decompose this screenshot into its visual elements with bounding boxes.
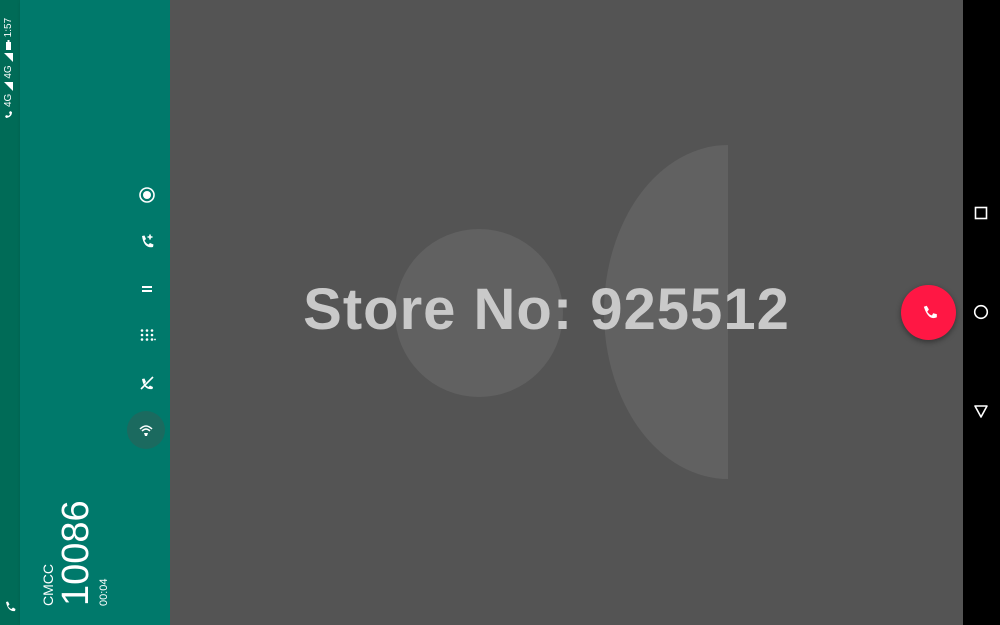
network-label-2: 4G — [3, 65, 14, 79]
network-label-1: 4G — [3, 93, 14, 107]
signal-icon — [4, 53, 13, 63]
phone-icon — [6, 601, 16, 612]
add-call-icon — [142, 234, 154, 248]
mute-icon — [140, 376, 154, 390]
navigation-bar — [963, 0, 1000, 625]
call-info: CMCC 10086 00:04 — [40, 500, 112, 606]
speaker-button[interactable] — [127, 411, 165, 449]
battery-icon — [6, 40, 11, 51]
hold-icon — [142, 286, 152, 292]
call-number: 10086 — [55, 500, 97, 606]
watermark-text: Store No: 925512 — [303, 277, 790, 342]
end-call-icon — [923, 305, 937, 318]
record-button[interactable] — [137, 185, 157, 205]
dialpad-button[interactable] — [137, 326, 157, 346]
status-bar: 4G 4G 1:57 — [0, 0, 20, 625]
call-duration: 00:04 — [98, 578, 110, 606]
status-bar-content: 4G 4G 1:57 — [3, 18, 14, 120]
add-call-button[interactable] — [137, 232, 157, 252]
hd-call-icon — [4, 111, 12, 118]
home-button[interactable] — [970, 301, 992, 323]
call-panel: CMCC 10086 00:04 — [20, 0, 170, 625]
record-icon — [139, 187, 155, 203]
back-icon — [974, 405, 988, 418]
end-call-button[interactable] — [901, 285, 956, 340]
home-icon — [973, 304, 989, 320]
recents-button[interactable] — [970, 202, 992, 224]
status-time: 1:57 — [3, 17, 14, 38]
speaker-icon — [139, 425, 153, 436]
mute-button[interactable] — [137, 373, 157, 393]
carrier-label: CMCC — [40, 564, 56, 606]
signal-icon — [4, 81, 13, 91]
hold-button[interactable] — [137, 279, 157, 299]
dialpad-icon — [140, 329, 156, 341]
back-button[interactable] — [970, 400, 992, 422]
recents-icon — [974, 206, 988, 220]
